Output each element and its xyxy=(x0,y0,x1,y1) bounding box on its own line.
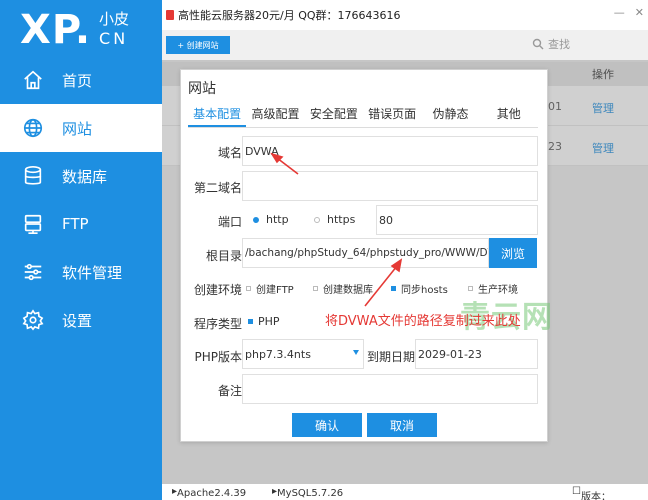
app-icon xyxy=(166,10,174,20)
search-icon xyxy=(532,38,544,50)
confirm-button[interactable]: 确认 xyxy=(292,413,362,437)
checkbox-box xyxy=(468,286,473,291)
tab-advanced[interactable]: 高级配置 xyxy=(246,104,304,127)
sidebar-item-label: 设置 xyxy=(62,311,93,330)
tab-rewrite[interactable]: 伪静态 xyxy=(421,104,479,127)
window-controls: — ✕ xyxy=(614,6,644,19)
sidebar-item-database[interactable]: 数据库 xyxy=(0,152,162,200)
sidebar-nav: 首页 网站 数据库 FTP 软件管理 设置 xyxy=(0,56,162,344)
domain-input[interactable]: DVWA xyxy=(242,136,538,166)
php-version-label: PHP版本 xyxy=(194,350,243,364)
tab-security[interactable]: 安全配置 xyxy=(305,104,363,127)
sliders-icon xyxy=(24,263,42,281)
tab-other[interactable]: 其他 xyxy=(480,104,538,127)
sync-hosts-checkbox[interactable]: 同步hosts xyxy=(391,281,448,296)
create-db-checkbox[interactable]: 创建数据库 xyxy=(313,281,373,296)
mysql-version: MySQL5.7.26 xyxy=(277,488,344,499)
toolbar: + 创建网站 查找 xyxy=(162,30,648,60)
sidebar-item-ftp[interactable]: FTP xyxy=(0,200,162,248)
logo-side: 小皮 CN xyxy=(99,10,129,48)
browse-button[interactable]: 浏览 xyxy=(489,238,537,268)
search-box[interactable]: 查找 xyxy=(532,36,570,52)
note-input[interactable] xyxy=(242,374,538,404)
apache-version: Apache2.4.39 xyxy=(177,488,247,499)
globe-icon xyxy=(23,118,43,138)
tab-error-pages[interactable]: 错误页面 xyxy=(363,104,421,127)
server-icon xyxy=(24,214,42,234)
window-title: 高性能云服务器20元/月 QQ群：176643616 xyxy=(178,9,401,22)
root-dir-label: 根目录 xyxy=(205,249,242,263)
http-radio-label: http xyxy=(266,213,289,226)
site-dialog: 网站 基本配置 高级配置 安全配置 错误页面 伪静态 其他 域名 DVWA 第二… xyxy=(180,69,548,442)
logo-cn-bottom: CN xyxy=(99,29,129,48)
sidebar-item-websites[interactable]: 网站 xyxy=(0,104,162,152)
dialog-title: 网站 xyxy=(188,81,216,97)
checkbox-box xyxy=(246,286,251,291)
https-radio-label: https xyxy=(327,213,356,226)
checkbox-box xyxy=(391,286,396,291)
sidebar-item-label: 数据库 xyxy=(62,167,108,186)
chevron-down-icon xyxy=(353,350,359,355)
note-label: 备注 xyxy=(217,384,242,398)
expire-date-input[interactable]: 2029-01-23 xyxy=(415,339,538,369)
expire-date-label: 到期日期 xyxy=(366,350,415,364)
https-radio[interactable]: https xyxy=(314,213,355,226)
home-icon xyxy=(24,70,42,90)
logo-main: XP. xyxy=(20,7,92,53)
sidebar-item-label: 首页 xyxy=(62,71,93,90)
sidebar-item-label: 网站 xyxy=(62,119,93,138)
port-input[interactable]: 80 xyxy=(376,205,538,235)
sync-hosts-label: 同步hosts xyxy=(401,285,448,296)
database-icon xyxy=(24,166,42,185)
create-site-button[interactable]: + 创建网站 xyxy=(166,36,230,54)
radio-dot xyxy=(253,216,259,223)
php-type-label: PHP xyxy=(258,315,280,328)
checkbox-box xyxy=(313,286,318,291)
radio-dot xyxy=(314,216,320,223)
gear-icon xyxy=(22,309,44,331)
apache-status: ▸ Apache2.4.39 xyxy=(172,486,247,499)
php-version-value: php7.3.4nts xyxy=(245,347,311,361)
dialog-tabs: 基本配置 高级配置 安全配置 错误页面 伪静态 其他 xyxy=(188,104,538,128)
sidebar-item-home[interactable]: 首页 xyxy=(0,56,162,104)
version-status: ☐ 版本：8.1.1.3 xyxy=(572,486,611,500)
env-label: 创建环境 xyxy=(193,283,242,297)
root-dir-input[interactable]: /bachang/phpStudy_64/phpstudy_pro/WWW/DV… xyxy=(242,238,489,268)
minimize-icon[interactable]: — xyxy=(614,6,625,19)
status-bar: ▸ Apache2.4.39 ▸ MySQL5.7.26 ☐ 版本：8.1.1.… xyxy=(162,484,648,500)
port-label: 端口 xyxy=(217,215,242,229)
sidebar-item-settings[interactable]: 设置 xyxy=(0,296,162,344)
create-ftp-label: 创建FTP xyxy=(256,285,294,296)
close-icon[interactable]: ✕ xyxy=(635,6,644,19)
tab-basic[interactable]: 基本配置 xyxy=(188,104,247,127)
http-radio[interactable]: http xyxy=(253,213,289,226)
title-bar: 高性能云服务器20元/月 QQ群：176643616 — ✕ xyxy=(162,0,648,30)
annotation-text: 将DVWA文件的路径复制过来此处 xyxy=(325,314,521,329)
sidebar-item-label: FTP xyxy=(62,215,89,233)
create-db-label: 创建数据库 xyxy=(323,285,373,296)
logo: XP. 小皮 CN xyxy=(20,6,129,56)
domain-label: 域名 xyxy=(217,146,242,160)
sidebar-item-software[interactable]: 软件管理 xyxy=(0,248,162,296)
php-version-select[interactable]: php7.3.4nts xyxy=(242,339,364,369)
second-domain-input[interactable] xyxy=(242,171,538,201)
second-domain-label: 第二域名 xyxy=(193,181,242,195)
sidebar: XP. 小皮 CN 首页 网站 数据库 FTP 软件管理 设置 xyxy=(0,0,162,500)
search-label: 查找 xyxy=(548,38,570,51)
cancel-button[interactable]: 取消 xyxy=(367,413,437,437)
app-version: 版本：8.1.1.3 xyxy=(580,492,611,500)
checkbox-box xyxy=(248,319,253,324)
program-type-label: 程序类型 xyxy=(193,317,242,331)
sidebar-item-label: 软件管理 xyxy=(62,263,123,282)
mysql-status: ▸ MySQL5.7.26 xyxy=(272,486,344,499)
create-ftp-checkbox[interactable]: 创建FTP xyxy=(246,281,294,296)
logo-cn-top: 小皮 xyxy=(99,10,130,28)
php-type-option[interactable]: PHP xyxy=(248,315,280,328)
